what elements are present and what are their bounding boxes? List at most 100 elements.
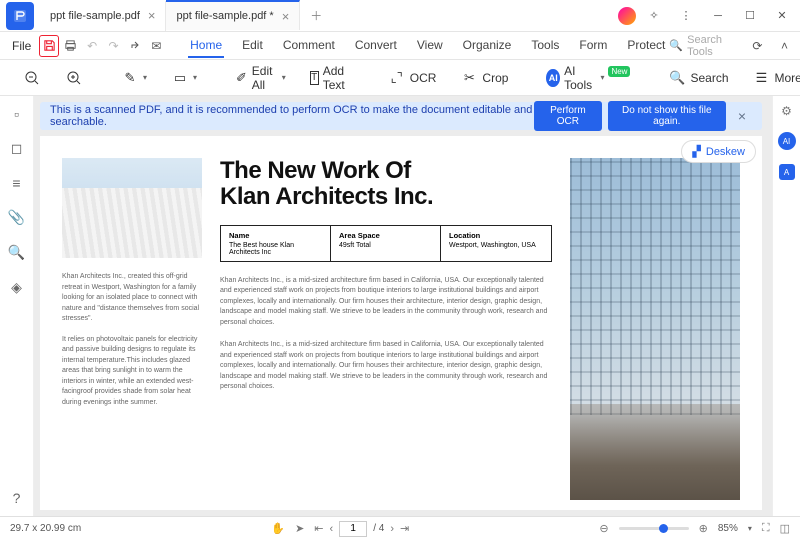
shape-button[interactable]: ▭▾ xyxy=(166,66,202,90)
email-button[interactable]: ✉ xyxy=(147,35,166,57)
attachment-icon[interactable]: 📎 xyxy=(8,209,25,226)
ai-tools-button[interactable]: AIAI Tools▾New xyxy=(541,61,635,95)
page-input[interactable] xyxy=(339,521,367,537)
rectangle-icon: ▭ xyxy=(171,69,189,87)
status-bar: 29.7 x 20.99 cm ✋ ➤ ⇤ ‹ / 4 › ⇥ ⊖ ⊕ 85%▾… xyxy=(0,516,800,540)
minimize-button[interactable]: ─ xyxy=(704,2,732,30)
account-icon[interactable] xyxy=(618,7,636,25)
doc-headline-2: Klan Architects Inc. xyxy=(220,184,552,210)
zoom-in-status-icon[interactable]: ⊕ xyxy=(699,522,708,535)
tab-1[interactable]: ppt file-sample.pdf * × xyxy=(166,0,300,30)
hand-tool-icon[interactable]: ✋ xyxy=(271,522,285,535)
deskew-button[interactable]: ▞ Deskew xyxy=(681,140,756,163)
comments-icon[interactable]: ≡ xyxy=(12,175,20,191)
banner-message: This is a scanned PDF, and it is recomme… xyxy=(50,104,534,128)
page-dimensions: 29.7 x 20.99 cm xyxy=(10,523,81,534)
tab-view[interactable]: View xyxy=(415,34,445,58)
right-rail: ⚙ AI A xyxy=(772,96,800,516)
read-mode-icon[interactable]: ◫ xyxy=(780,522,790,535)
pdf-page: Khan Architects Inc., created this off-g… xyxy=(40,136,762,510)
print-button[interactable] xyxy=(61,35,80,57)
cell-value: Westport, Washington, USA xyxy=(449,242,536,249)
save-button[interactable] xyxy=(39,35,59,57)
chevron-up-icon[interactable]: ˄ xyxy=(775,35,794,57)
zoom-in-icon xyxy=(65,69,83,87)
hamburger-icon: ☰ xyxy=(753,69,771,87)
tab-form[interactable]: Form xyxy=(577,34,609,58)
ai-icon: AI xyxy=(546,69,560,87)
text-icon: T xyxy=(310,71,319,85)
doc-headline-1: The New Work Of xyxy=(220,158,552,184)
building-image-large xyxy=(570,158,740,500)
add-tab-button[interactable]: ＋ xyxy=(300,7,332,24)
zoom-out-icon xyxy=(23,69,41,87)
zoom-in-button[interactable] xyxy=(60,66,88,90)
doc-body-1: Khan Architects Inc., is a mid-sized arc… xyxy=(220,276,552,329)
next-page-icon[interactable]: › xyxy=(390,523,394,535)
help-icon[interactable]: ? xyxy=(13,490,21,506)
cell-value: 49sft Total xyxy=(339,242,371,249)
tab-organize[interactable]: Organize xyxy=(461,34,514,58)
tab-protect[interactable]: Protect xyxy=(625,34,667,58)
crop-button[interactable]: ✂Crop xyxy=(455,66,513,90)
search-icon: 🔍 xyxy=(669,39,683,52)
tab-edit[interactable]: Edit xyxy=(240,34,265,58)
add-text-button[interactable]: TAdd Text xyxy=(305,61,355,95)
file-menu[interactable]: File xyxy=(6,39,37,53)
zoom-out-status-icon[interactable]: ⊖ xyxy=(599,522,608,535)
prev-page-icon[interactable]: ‹ xyxy=(330,523,334,535)
kebab-icon[interactable]: ⋮ xyxy=(672,2,700,30)
close-icon[interactable]: × xyxy=(282,9,290,24)
page-navigation: ⇤ ‹ / 4 › ⇥ xyxy=(314,521,409,537)
zoom-level: 85% xyxy=(718,523,738,534)
settings-icon[interactable]: ⚙ xyxy=(781,104,792,118)
thumbnails-icon[interactable]: ▫ xyxy=(14,106,19,122)
ocr-banner: This is a scanned PDF, and it is recomme… xyxy=(40,102,762,130)
more-button[interactable]: ☰More▾ xyxy=(748,66,800,90)
last-page-icon[interactable]: ⇥ xyxy=(400,522,409,535)
layers-icon[interactable]: ◈ xyxy=(11,279,22,296)
toolbar: ✎▾ ▭▾ ✐Edit All▾ TAdd Text ⌞⌝OCR ✂Crop A… xyxy=(0,60,800,96)
search-panel-icon[interactable]: 🔍 xyxy=(8,244,25,261)
close-icon[interactable]: × xyxy=(148,8,156,23)
search-icon: 🔍 xyxy=(668,69,686,87)
search-button[interactable]: 🔍Search xyxy=(663,66,733,90)
tab-label: ppt file-sample.pdf * xyxy=(176,10,273,22)
redo-button[interactable]: ↷ xyxy=(104,35,123,57)
translate-icon[interactable]: A xyxy=(779,164,795,180)
first-page-icon[interactable]: ⇤ xyxy=(314,522,323,535)
perform-ocr-button[interactable]: Perform OCR xyxy=(534,101,602,131)
share-button[interactable] xyxy=(125,35,144,57)
ai-panel-icon[interactable]: AI xyxy=(778,132,796,150)
page-total: / 4 xyxy=(373,523,384,534)
info-table: NameThe Best house Klan Architects Inc A… xyxy=(220,225,552,262)
notify-icon[interactable]: ✧ xyxy=(640,2,668,30)
edit-all-button[interactable]: ✐Edit All▾ xyxy=(230,61,291,95)
zoom-out-button[interactable] xyxy=(18,66,46,90)
banner-close-icon[interactable]: × xyxy=(732,108,752,124)
title-bar: ppt file-sample.pdf × ppt file-sample.pd… xyxy=(0,0,800,32)
cell-value: The Best house Klan Architects Inc xyxy=(229,242,294,256)
maximize-button[interactable]: ☐ xyxy=(736,2,764,30)
doc-text: Khan Architects Inc., created this off-g… xyxy=(62,272,202,325)
search-tools[interactable]: 🔍Search Tools xyxy=(669,34,739,58)
undo-button[interactable]: ↶ xyxy=(82,35,101,57)
cloud-icon[interactable]: ⟳ xyxy=(748,35,767,57)
tab-0[interactable]: ppt file-sample.pdf × xyxy=(40,1,166,31)
zoom-slider[interactable] xyxy=(619,527,689,530)
highlight-button[interactable]: ✎▾ xyxy=(116,66,152,90)
do-not-show-button[interactable]: Do not show this file again. xyxy=(608,101,726,131)
tab-home[interactable]: Home xyxy=(188,34,224,58)
highlighter-icon: ✎ xyxy=(121,69,139,87)
pen-icon: ✐ xyxy=(235,69,248,87)
ocr-button[interactable]: ⌞⌝OCR xyxy=(383,66,442,90)
doc-body-2: Khan Architects Inc., is a mid-sized arc… xyxy=(220,340,552,393)
tab-convert[interactable]: Convert xyxy=(353,34,399,58)
close-button[interactable]: ✕ xyxy=(768,2,796,30)
cell-label: Name xyxy=(229,231,322,240)
bookmark-icon[interactable]: ◻ xyxy=(11,140,23,157)
tab-comment[interactable]: Comment xyxy=(281,34,337,58)
select-tool-icon[interactable]: ➤ xyxy=(295,522,304,535)
fit-width-icon[interactable]: ⛶ xyxy=(762,522,770,535)
tab-tools[interactable]: Tools xyxy=(529,34,561,58)
